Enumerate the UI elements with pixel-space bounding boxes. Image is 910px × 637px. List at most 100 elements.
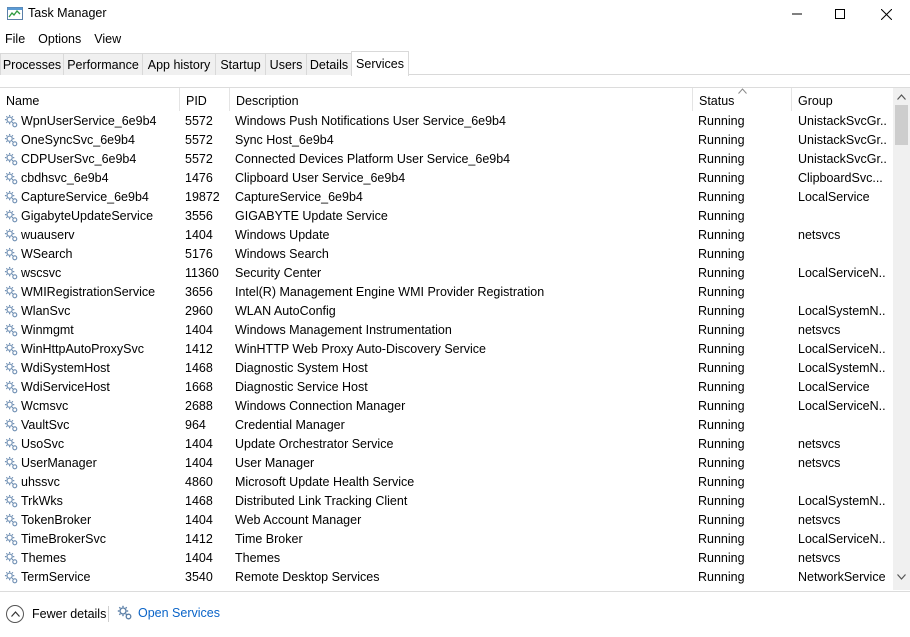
menu-view[interactable]: View [93, 32, 127, 46]
table-row[interactable]: Wcmsvc 2688 Windows Connection Manager Runn… [0, 397, 893, 416]
service-pid: 2688 [185, 399, 213, 413]
column-header-group[interactable]: Group [792, 88, 893, 111]
service-gear-icon [4, 494, 19, 509]
chevron-up-icon [897, 93, 906, 100]
service-gear-icon [4, 551, 19, 566]
chevron-down-icon [897, 573, 906, 580]
service-status: Running [698, 114, 745, 128]
menu-file[interactable]: File [4, 32, 31, 46]
service-group: UnistackSvcGr... [798, 114, 886, 128]
service-name: WinHttpAutoProxySvc [21, 342, 144, 356]
service-group: LocalServiceN... [798, 342, 886, 356]
service-group [798, 416, 886, 435]
service-gear-icon [4, 437, 19, 452]
service-status: Running [698, 266, 745, 280]
service-status: Running [698, 494, 745, 508]
table-row[interactable]: WpnUserService_6e9b4 5572 Windows Push Not… [0, 112, 893, 131]
service-description: Windows Push Notifications User Service_… [235, 114, 506, 128]
service-description: Credential Manager [235, 418, 345, 432]
table-row[interactable]: GigabyteUpdateService 3556 GIGABYTE Update… [0, 207, 893, 226]
column-header-description[interactable]: Description [230, 88, 693, 111]
service-description: GIGABYTE Update Service [235, 209, 388, 223]
service-gear-icon [4, 456, 19, 471]
chevron-up-circle-icon [6, 605, 24, 623]
menu-bar: File Options View [0, 29, 910, 49]
vertical-scrollbar[interactable] [893, 88, 910, 590]
tab-processes[interactable]: Processes [0, 53, 64, 75]
table-row[interactable]: CaptureService_6e9b4 19872 CaptureService_… [0, 188, 893, 207]
service-name: CDPUserSvc_6e9b4 [21, 152, 137, 166]
service-pid: 1404 [185, 513, 213, 527]
table-row[interactable]: WdiServiceHost 1668 Diagnostic Service Hos… [0, 378, 893, 397]
table-row[interactable]: VaultSvc 964 Credential Manager Running [0, 416, 893, 435]
open-services-link[interactable]: Open Services [117, 605, 220, 621]
service-pid: 1468 [185, 494, 213, 508]
service-pid: 3540 [185, 570, 213, 584]
table-row[interactable]: WlanSvc 2960 WLAN AutoConfig Running LocalSy… [0, 302, 893, 321]
service-group: netsvcs [798, 323, 841, 337]
table-row[interactable]: TimeBrokerSvc 1412 Time Broker Running Local… [0, 530, 893, 549]
service-description: Windows Management Instrumentation [235, 323, 452, 337]
services-list: WpnUserService_6e9b4 5572 Windows Push Not… [0, 112, 893, 590]
table-header: Name PID Description Status Group [0, 88, 893, 111]
service-name: VaultSvc [21, 418, 70, 432]
table-row[interactable]: TermService 3540 Remote Desktop Services Ru… [0, 568, 893, 587]
service-status: Running [698, 304, 745, 318]
fewer-details-label: Fewer details [32, 607, 107, 621]
table-row[interactable]: wscsvc 11360 Security Center Running LocalSe… [0, 264, 893, 283]
close-button[interactable] [863, 0, 909, 28]
tab-startup[interactable]: Startup [215, 53, 266, 75]
maximize-button[interactable] [817, 0, 863, 28]
scroll-down-button[interactable] [893, 568, 910, 585]
service-pid: 3656 [185, 285, 213, 299]
tab-app-history[interactable]: App history [142, 53, 216, 75]
table-row[interactable]: UserManager 1404 User Manager Running netsvc… [0, 454, 893, 473]
service-name: CaptureService_6e9b4 [21, 190, 149, 204]
service-group: LocalServiceN... [798, 266, 886, 280]
service-gear-icon [4, 380, 19, 395]
table-row[interactable]: UsoSvc 1404 Update Orchestrator Service Run… [0, 435, 893, 454]
maximize-icon [835, 9, 845, 19]
table-row[interactable]: WdiSystemHost 1468 Diagnostic System Host R… [0, 359, 893, 378]
service-group: LocalSystemN... [798, 494, 886, 508]
service-status: Running [698, 437, 745, 451]
table-row[interactable]: WMIRegistrationService 3656 Intel(R) Manag… [0, 283, 893, 302]
table-row[interactable]: CDPUserSvc_6e9b4 5572 Connected Devices Pl… [0, 150, 893, 169]
service-group: netsvcs [798, 228, 841, 242]
service-pid: 3556 [185, 209, 213, 223]
window-title: Task Manager [28, 6, 107, 20]
service-gear-icon [4, 114, 19, 129]
table-row[interactable]: cbdhsvc_6e9b4 1476 Clipboard User Service_… [0, 169, 893, 188]
table-row[interactable]: Winmgmt 1404 Windows Management Instrument… [0, 321, 893, 340]
tab-users[interactable]: Users [265, 53, 307, 75]
table-row[interactable]: WSearch 5176 Windows Search Running [0, 245, 893, 264]
table-row[interactable]: Themes 1404 Themes Running netsvcs [0, 549, 893, 568]
tab-performance[interactable]: Performance [63, 53, 143, 75]
scrollbar-thumb[interactable] [895, 105, 908, 145]
tab-details[interactable]: Details [306, 53, 352, 75]
service-pid: 1404 [185, 551, 213, 565]
service-status: Running [698, 551, 745, 565]
service-description: Connected Devices Platform User Service_… [235, 152, 511, 166]
table-row[interactable]: WinHttpAutoProxySvc 1412 WinHTTP Web Proxy… [0, 340, 893, 359]
tab-services[interactable]: Services [351, 51, 409, 76]
service-name: UserManager [21, 456, 97, 470]
tab-bar: Processes Performance App history Startu… [0, 51, 910, 76]
column-header-name[interactable]: Name [0, 88, 180, 111]
fewer-details-button[interactable]: Fewer details [6, 605, 106, 623]
column-header-pid[interactable]: PID [180, 88, 230, 111]
scroll-up-button[interactable] [893, 88, 910, 105]
service-group: LocalServiceN... [798, 399, 886, 413]
service-name: wscsvc [21, 266, 62, 280]
gear-icon [117, 605, 132, 620]
table-row[interactable]: uhssvc 4860 Microsoft Update Health Servic… [0, 473, 893, 492]
table-row[interactable]: TrkWks 1468 Distributed Link Tracking Clie… [0, 492, 893, 511]
minimize-button[interactable] [774, 0, 820, 28]
table-row[interactable]: wuauserv 1404 Windows Update Running netsvcs [0, 226, 893, 245]
table-row[interactable]: OneSyncSvc_6e9b4 5572 Sync Host_6e9b4 Runni… [0, 131, 893, 150]
table-row[interactable]: TokenBroker 1404 Web Account Manager Runnin… [0, 511, 893, 530]
open-services-label[interactable]: Open Services [138, 606, 220, 620]
menu-options[interactable]: Options [37, 32, 87, 46]
service-status: Running [698, 342, 745, 356]
service-pid: 4860 [185, 475, 213, 489]
